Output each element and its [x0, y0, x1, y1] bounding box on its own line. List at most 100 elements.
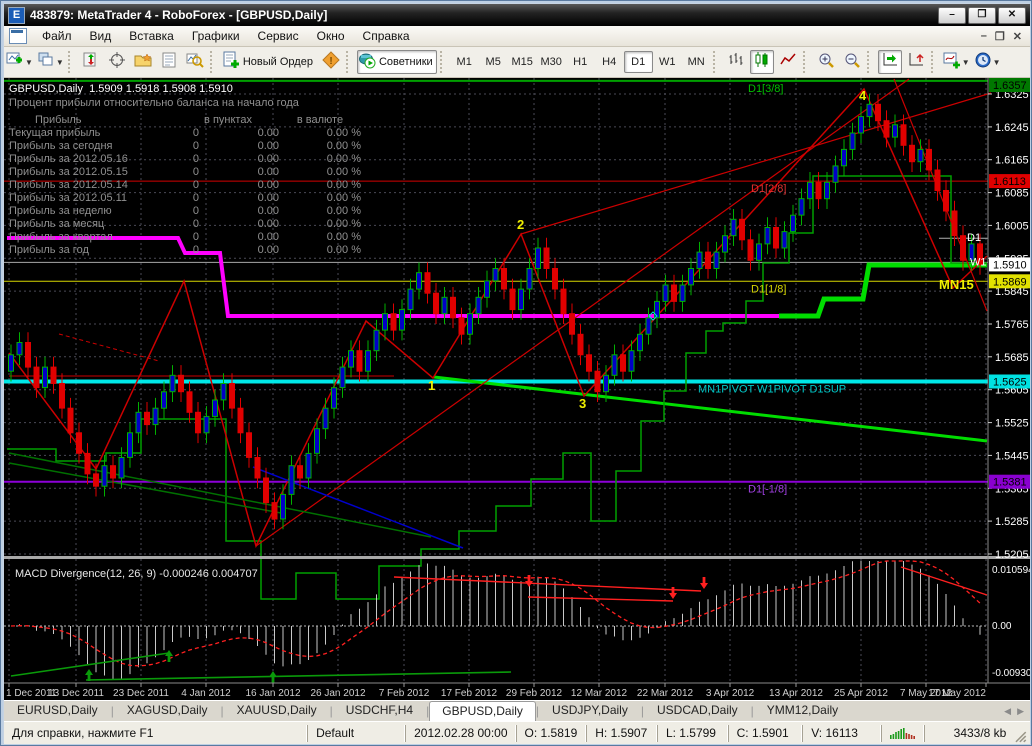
- templates-icon: [134, 51, 152, 74]
- svg-text:3: 3: [579, 396, 586, 411]
- svg-text:12 Mar 2012: 12 Mar 2012: [571, 688, 628, 699]
- tab-eurusd-daily[interactable]: EURUSD,Daily: [4, 700, 111, 721]
- auto-scroll-button[interactable]: [877, 50, 902, 74]
- experts-button[interactable]: Советники: [356, 50, 437, 74]
- zoom-out-icon: [843, 51, 861, 74]
- timeframe-w1-button[interactable]: W1: [653, 51, 682, 73]
- crosshair-icon: [108, 51, 126, 74]
- tester-button[interactable]: [183, 50, 207, 74]
- svg-text:22 Mar 2012: 22 Mar 2012: [637, 688, 694, 699]
- tab-xagusd-daily[interactable]: XAGUSD,Daily: [114, 700, 221, 721]
- chart-region[interactable]: D1[3/8] D1[2/8] D1 W1 D1[1/8] MN1PIVOT W1PIVO…: [4, 78, 1030, 700]
- svg-text:1.5625: 1.5625: [993, 377, 1027, 389]
- zoom-in-icon: [817, 51, 835, 74]
- chart-shift-button[interactable]: [904, 50, 928, 74]
- status-bar: Для справки, нажмите F1 Default 2012.02.…: [4, 721, 1030, 744]
- templates-button[interactable]: [131, 50, 155, 74]
- svg-text:1.5445: 1.5445: [995, 450, 1029, 462]
- svg-text:D1[2/8]: D1[2/8]: [751, 183, 786, 195]
- connection-bars-icon: [880, 724, 924, 742]
- new-chart-icon: [6, 51, 24, 74]
- menu-item-help[interactable]: Справка: [354, 27, 419, 45]
- svg-text:13 Apr 2012: 13 Apr 2012: [769, 688, 823, 699]
- pane-splitter[interactable]: [4, 556, 1030, 559]
- svg-text:0.00: 0.00: [992, 621, 1012, 632]
- data-window-icon: [160, 51, 178, 74]
- menu-bar: Файл Вид Вставка Графики Сервис Окно Справка –…: [4, 26, 1030, 47]
- svg-text:MN15: MN15: [939, 277, 974, 292]
- new-chart-button[interactable]: ▼: [5, 50, 34, 74]
- experts-icon: [358, 51, 376, 74]
- svg-text:1.5285: 1.5285: [995, 516, 1029, 528]
- toolbar-separator: [802, 51, 811, 73]
- tab-xauusd-daily[interactable]: XAUUSD,Daily: [224, 700, 330, 721]
- child-minimize-button[interactable]: –: [981, 30, 987, 43]
- timeframe-d1-button[interactable]: D1: [623, 51, 653, 73]
- window-title: 483879: MetaTrader 4 - RoboForex - [GBPU…: [30, 8, 328, 22]
- new-order-icon: [222, 51, 240, 74]
- tab-usdchf-h4[interactable]: USDCHF,H4: [333, 700, 426, 721]
- svg-text:1.6005: 1.6005: [995, 220, 1029, 232]
- timeframe-m30-button[interactable]: M30: [537, 51, 566, 73]
- child-close-button[interactable]: ✕: [1013, 30, 1022, 43]
- indicators-button[interactable]: ▼: [942, 50, 971, 74]
- timeframe-mn-button[interactable]: MN: [682, 51, 711, 73]
- tab-ymm12-daily[interactable]: YMM12,Daily: [754, 700, 851, 721]
- tab-usdcad-daily[interactable]: USDCAD,Daily: [644, 700, 751, 721]
- menu-item-charts[interactable]: Графики: [183, 27, 249, 45]
- tab-usdjpy-daily[interactable]: USDJPY,Daily: [539, 700, 641, 721]
- title-bar: E 483879: MetaTrader 4 - RoboForex - [GB…: [4, 4, 1030, 26]
- resize-grip[interactable]: [1014, 730, 1028, 744]
- bars-chart-button[interactable]: [724, 50, 748, 74]
- periods-button[interactable]: ▼: [973, 50, 1002, 74]
- crosshair-button[interactable]: [105, 50, 129, 74]
- new-order-button[interactable]: Новый Ордер: [221, 50, 317, 74]
- profiles-button[interactable]: ▼: [36, 50, 65, 74]
- status-open: O: 1.5819: [515, 724, 587, 742]
- tabs-scroll-right-icon[interactable]: ▶: [1017, 706, 1024, 717]
- alert-icon: !: [322, 50, 340, 74]
- timeframe-m1-button[interactable]: M1: [450, 51, 479, 73]
- tester-icon: [186, 51, 204, 74]
- svg-text:23 Dec 2011: 23 Dec 2011: [113, 688, 169, 699]
- close-button[interactable]: ✕: [998, 6, 1026, 24]
- svg-text:1.5685: 1.5685: [995, 352, 1029, 364]
- svg-text:MN1PIVOT W1PIVOT D1SUP: MN1PIVOT W1PIVOT D1SUP: [698, 384, 846, 396]
- chart-window-icon: [9, 28, 27, 44]
- svg-text:1.5381: 1.5381: [993, 477, 1027, 489]
- timeframe-h4-button[interactable]: H4: [595, 51, 624, 73]
- tabs-scroll-left-icon[interactable]: ◀: [1004, 706, 1011, 717]
- minimize-button[interactable]: –: [938, 6, 966, 24]
- svg-text:0.010594: 0.010594: [992, 565, 1030, 576]
- toolbar-separator: [930, 51, 939, 73]
- restore-button[interactable]: ❐: [968, 6, 996, 24]
- line-chart-button[interactable]: [776, 50, 800, 74]
- menu-item-file[interactable]: Файл: [33, 27, 81, 45]
- child-restore-button[interactable]: ❐: [995, 30, 1005, 43]
- child-window-controls: – ❐ ✕: [981, 30, 1022, 43]
- zoom-in-button[interactable]: [814, 50, 838, 74]
- data-window-button[interactable]: [157, 50, 181, 74]
- svg-text:7 Feb 2012: 7 Feb 2012: [379, 688, 430, 699]
- market-watch-button[interactable]: [79, 50, 103, 74]
- timeframe-m5-button[interactable]: M5: [479, 51, 508, 73]
- menu-item-window[interactable]: Окно: [308, 27, 354, 45]
- metatrader-window: E 483879: MetaTrader 4 - RoboForex - [GB…: [0, 0, 1032, 746]
- menu-item-service[interactable]: Сервис: [249, 27, 308, 45]
- zoom-out-button[interactable]: [840, 50, 864, 74]
- price-chart[interactable]: D1[3/8] D1[2/8] D1 W1 D1[1/8] MN1PIVOT W1PIVO…: [4, 78, 1030, 700]
- svg-text:1: 1: [428, 378, 435, 393]
- svg-text:D1: D1: [967, 232, 981, 244]
- timeframe-m15-button[interactable]: M15: [508, 51, 537, 73]
- menu-item-view[interactable]: Вид: [81, 27, 121, 45]
- menu-items: Файл Вид Вставка Графики Сервис Окно Справка: [33, 27, 419, 45]
- svg-text:D1[-1/8]: D1[-1/8]: [748, 484, 787, 496]
- bars-chart-icon: [727, 51, 745, 74]
- menu-item-insert[interactable]: Вставка: [120, 27, 183, 45]
- candles-chart-button[interactable]: [749, 50, 774, 74]
- tab-gbpusd-daily[interactable]: GBPUSD,Daily: [429, 701, 536, 722]
- alert-button[interactable]: !: [319, 50, 343, 74]
- line-chart-icon: [779, 51, 797, 74]
- status-traffic: 3433/8 kb: [924, 724, 1014, 742]
- timeframe-h1-button[interactable]: H1: [566, 51, 595, 73]
